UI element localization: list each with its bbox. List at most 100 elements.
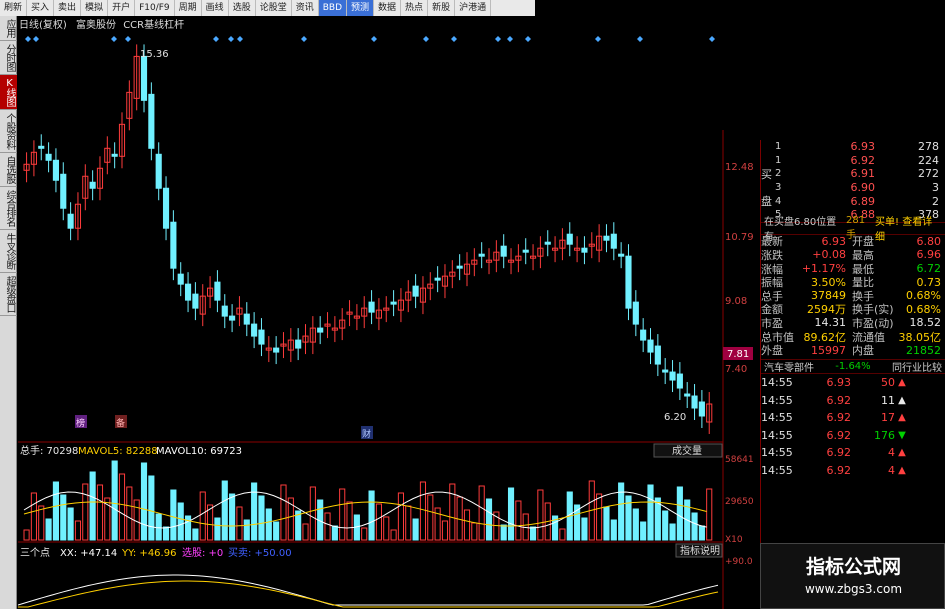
candle-body bbox=[618, 253, 625, 257]
candle-body bbox=[625, 255, 632, 309]
quote-value: 6.93 bbox=[821, 234, 847, 248]
side-tab-0[interactable]: 应用 bbox=[0, 16, 17, 41]
side-tab-1[interactable]: 分时图 bbox=[0, 41, 17, 75]
trade-price: 6.92 bbox=[826, 428, 852, 442]
volume-bar bbox=[412, 518, 419, 541]
buy-level: 2 bbox=[775, 168, 782, 180]
menu-item-12[interactable]: 预测 bbox=[347, 0, 375, 16]
volume-bar bbox=[236, 506, 243, 541]
menu-item-10[interactable]: 资讯 bbox=[292, 0, 319, 16]
volume-bar bbox=[199, 491, 206, 541]
menu-item-16[interactable]: 沪港通 bbox=[455, 0, 492, 16]
trade-row: 14:55 6.92 176 ▼ bbox=[761, 426, 945, 444]
menu-item-8[interactable]: 选股 bbox=[229, 0, 256, 16]
indicator-xx: XX: +47.14 bbox=[60, 548, 117, 559]
indicator-yy-line bbox=[18, 580, 719, 608]
menu-item-15[interactable]: 新股 bbox=[428, 0, 456, 16]
menu-item-11[interactable]: BBD bbox=[318, 0, 348, 16]
candle-body bbox=[258, 329, 265, 345]
candle-body bbox=[669, 371, 676, 381]
candle-body bbox=[676, 373, 683, 389]
trade-price: 6.93 bbox=[826, 376, 852, 390]
menu-item-14[interactable]: 热点 bbox=[401, 0, 429, 16]
volume-bar bbox=[38, 505, 45, 541]
price-axis-label: 7.40 bbox=[725, 364, 747, 375]
side-tab-5[interactable]: 综合排名 bbox=[0, 187, 17, 230]
indicator-yy: YY: +46.96 bbox=[121, 548, 176, 559]
candle-body bbox=[654, 345, 661, 365]
menu-item-3[interactable]: 模拟 bbox=[81, 0, 109, 16]
watermark-title: 指标公式网 bbox=[805, 556, 901, 578]
trade-price: 6.92 bbox=[826, 411, 852, 425]
trade-qty: 50 bbox=[881, 376, 895, 390]
volume-bar bbox=[30, 492, 37, 541]
volume-bar bbox=[177, 502, 184, 541]
volume-bar bbox=[324, 512, 331, 541]
buy-level: 1 bbox=[775, 154, 782, 166]
menu-item-1[interactable]: 买入 bbox=[27, 0, 55, 16]
buy-price: 6.89 bbox=[850, 194, 876, 208]
volume-bar bbox=[23, 529, 30, 541]
candle-body bbox=[390, 301, 397, 305]
volume-bar bbox=[485, 498, 493, 541]
candle-body bbox=[251, 323, 258, 337]
volume-bar bbox=[441, 520, 449, 541]
menu-item-0[interactable]: 刷新 bbox=[0, 0, 28, 16]
menu-item-7[interactable]: 画线 bbox=[202, 0, 229, 16]
volume-bar bbox=[309, 486, 316, 541]
signal-diamond bbox=[213, 36, 219, 42]
signal-diamond bbox=[125, 36, 131, 42]
side-tab-6[interactable]: 牛叉诊断 bbox=[0, 230, 17, 273]
menu-item-6[interactable]: 周期 bbox=[175, 0, 202, 16]
candle-body bbox=[295, 339, 302, 349]
candle-body bbox=[45, 153, 52, 161]
side-tab-2[interactable]: K线图 bbox=[0, 75, 17, 110]
candle-body bbox=[610, 233, 617, 249]
menu-item-2[interactable]: 卖出 bbox=[54, 0, 82, 16]
quote-key: 外盘 bbox=[761, 344, 783, 358]
trade-direction-icon: ▲ bbox=[898, 447, 906, 459]
kline-chart[interactable]: 15.36 6.20 12.48 10.79 9.08 7.40 7.81 榜 备财总手: 70… bbox=[18, 30, 760, 609]
volume-bar bbox=[596, 493, 603, 541]
volume-bar bbox=[126, 486, 133, 541]
volume-bar bbox=[82, 483, 89, 541]
menu-item-4[interactable]: 开户 bbox=[108, 0, 136, 16]
volume-bar bbox=[133, 499, 140, 541]
volume-ma5-label: MAVOL5: 82288 bbox=[78, 446, 158, 457]
trade-price: 6.92 bbox=[826, 393, 852, 407]
quote-row: 外盘 15997 内盘 21852 bbox=[761, 343, 945, 358]
candle-body bbox=[317, 327, 324, 333]
volume-bar bbox=[155, 513, 162, 541]
compare-industry-button[interactable]: 同行业比较 bbox=[892, 359, 942, 374]
buy-volume: 3 bbox=[932, 181, 939, 195]
volume-bar bbox=[170, 489, 177, 541]
volume-bar bbox=[610, 519, 617, 541]
buy-volume: 272 bbox=[918, 167, 939, 181]
volume-bar bbox=[419, 481, 427, 541]
trade-direction-icon: ▼ bbox=[898, 429, 906, 441]
side-tab-4[interactable]: 自选股 bbox=[0, 153, 17, 187]
indicator-axis-label: +90.0 bbox=[725, 557, 753, 567]
volume-bar bbox=[478, 485, 485, 541]
price-axis-label: 12.48 bbox=[725, 162, 754, 173]
trade-row: 14:55 6.92 17 ▲ bbox=[761, 409, 945, 427]
quote-value: 89.62亿 bbox=[803, 330, 847, 344]
trade-time: 14:55 bbox=[761, 463, 793, 477]
trade-qty: 4 bbox=[888, 446, 895, 460]
signal-diamond bbox=[237, 36, 243, 42]
candle-body bbox=[177, 273, 184, 285]
volume-bar bbox=[243, 519, 250, 541]
menu-item-13[interactable]: 数据 bbox=[374, 0, 402, 16]
quote-value: 3.50% bbox=[811, 275, 846, 289]
volume-bar bbox=[537, 489, 544, 541]
buy-queue-row: 1 6.92 224 bbox=[761, 154, 945, 168]
volume-bar bbox=[515, 500, 522, 541]
menu-item-9[interactable]: 论股堂 bbox=[256, 0, 292, 16]
volume-bar bbox=[361, 527, 368, 541]
side-tab-7[interactable]: 超级盘口 bbox=[0, 273, 17, 316]
candle-body bbox=[581, 247, 588, 253]
buy-side-label: 盘 bbox=[761, 195, 772, 209]
menu-item-5[interactable]: F10/F9 bbox=[135, 0, 175, 16]
volume-bar bbox=[698, 525, 705, 541]
side-tab-3[interactable]: 个股资料 bbox=[0, 110, 17, 153]
